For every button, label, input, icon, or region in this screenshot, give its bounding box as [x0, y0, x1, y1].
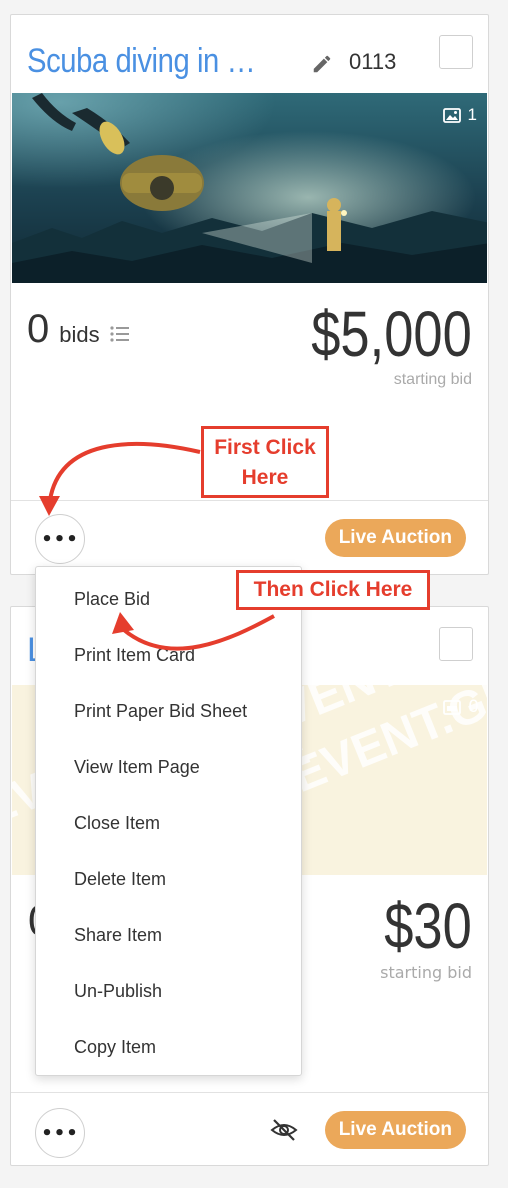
card-divider	[11, 500, 488, 501]
starting-price: $5,000	[311, 298, 472, 370]
image-count: 1	[442, 105, 477, 125]
annotation-first-line1: First Click	[214, 436, 316, 459]
more-options-button[interactable]: •••	[35, 514, 85, 564]
annotation-then-click: Then Click Here	[236, 570, 430, 610]
image-count-value: 1	[467, 105, 477, 124]
menu-item-close-item[interactable]: Close Item	[36, 799, 301, 855]
starting-price: $30	[384, 890, 472, 962]
select-checkbox[interactable]	[439, 627, 473, 661]
item-actions-menu: Place Bid Print Item Card Print Paper Bi…	[35, 566, 302, 1076]
pencil-edit-icon[interactable]	[311, 53, 333, 75]
select-checkbox[interactable]	[439, 35, 473, 69]
live-auction-badge: Live Auction	[324, 1111, 466, 1149]
item-number: 0113	[349, 49, 397, 74]
menu-item-print-paper-bid-sheet[interactable]: Print Paper Bid Sheet	[36, 687, 301, 743]
image-icon	[443, 699, 462, 715]
image-count-value: 0	[468, 697, 479, 717]
annotation-first-click: First Click Here	[201, 426, 329, 498]
starting-bid-label: starting bid	[393, 371, 472, 388]
menu-item-un-publish[interactable]: Un-Publish	[36, 967, 301, 1023]
list-icon[interactable]	[110, 326, 130, 342]
image-count: 0	[443, 697, 479, 717]
bids-label: bids	[59, 322, 100, 347]
starting-bid-label: starting bid	[380, 963, 472, 982]
image-icon	[442, 107, 461, 123]
menu-item-view-item-page[interactable]: View Item Page	[36, 743, 301, 799]
card-divider	[11, 1092, 488, 1093]
menu-item-share-item[interactable]: Share Item	[36, 911, 301, 967]
menu-item-copy-item[interactable]: Copy Item	[36, 1023, 301, 1079]
item-title-link[interactable]: Scuba diving in the L...	[27, 41, 259, 81]
menu-item-print-item-card[interactable]: Print Item Card	[36, 631, 301, 687]
annotation-first-line2: Here	[241, 466, 289, 489]
scuba-diving-photo	[12, 93, 487, 283]
live-auction-badge: Live Auction	[324, 519, 466, 557]
item-image[interactable]: 1	[12, 93, 487, 283]
more-options-button[interactable]: •••	[35, 1108, 85, 1158]
bids-count: 0	[27, 307, 50, 351]
eye-slash-icon	[270, 1119, 298, 1141]
menu-item-delete-item[interactable]: Delete Item	[36, 855, 301, 911]
bids-summary[interactable]: 0 bids	[27, 307, 130, 352]
